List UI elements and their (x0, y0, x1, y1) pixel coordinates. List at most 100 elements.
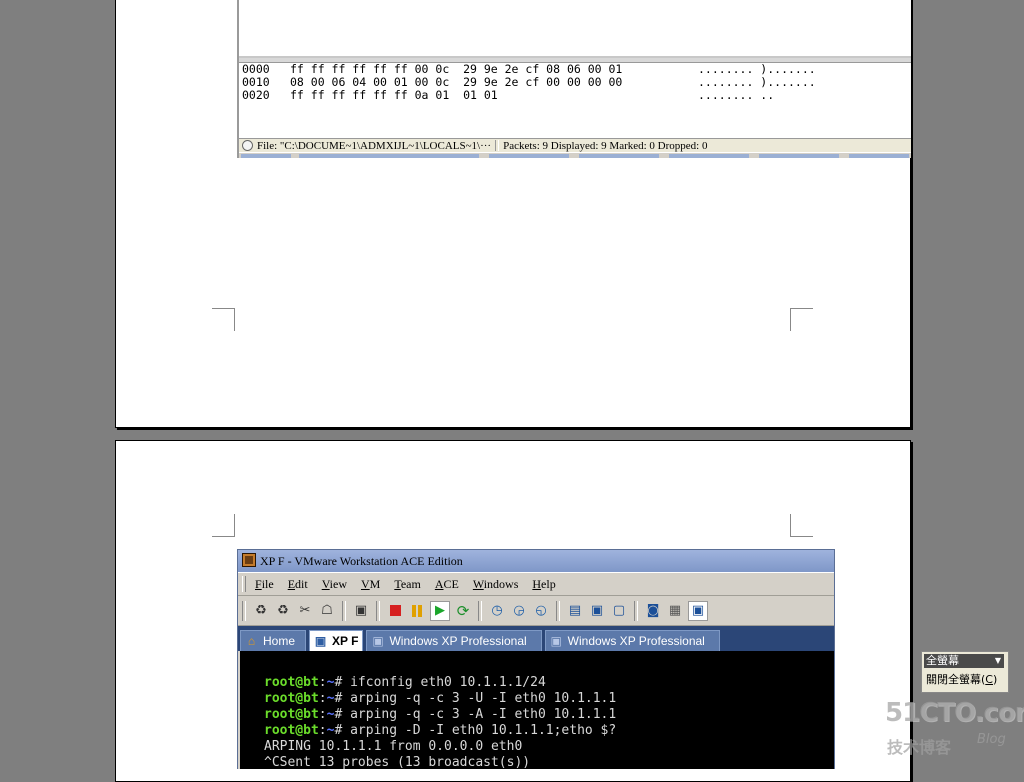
console-command: # arping -q -c 3 -A -I eth0 10.1.1.1 (334, 707, 617, 722)
reset-icon[interactable]: ⟳ (454, 602, 472, 620)
menu-item[interactable]: File (255, 573, 274, 595)
menu-item-label: iew (329, 577, 347, 591)
hex-ascii: ........ .. (698, 88, 775, 102)
hex-dump-pane: 0000 ff ff ff ff ff ff 00 0c 29 9e 2e cf … (242, 63, 816, 102)
prompt-user: root@bt (264, 691, 319, 706)
tab-windows-xp-2[interactable]: ▣ Windows XP Professional (544, 630, 720, 651)
menu-item[interactable]: VM (361, 573, 380, 595)
menu-item[interactable]: Windows (473, 573, 519, 595)
menu-item-label: indows (483, 577, 519, 591)
tab-windows-xp-1-label: Windows XP Professional (389, 634, 527, 648)
console-command: # arping -D -I eth0 10.1.1.1;etho $? (334, 723, 617, 738)
menu-item-label: CE (443, 577, 459, 591)
console-line: root@bt:~# arping -D -I eth0 10.1.1.1;et… (264, 723, 834, 739)
menu-item-label: elp (541, 577, 556, 591)
menu-item[interactable]: ACE (435, 573, 459, 595)
fullscreen-select[interactable]: 全螢幕 ▼ (924, 654, 1004, 668)
power-off-icon[interactable] (386, 602, 404, 620)
vmware-toolbar: ♻ ♻ ✂ ☖ ▣ ▶ ⟳ ◷ ◶ ◵ ▤ ▣ ▢ ◙ ▦ ▣ (238, 596, 834, 626)
cut-icon[interactable]: ✂ (296, 602, 314, 620)
menu-item-label: eam (400, 577, 421, 591)
toolbar-separator (634, 600, 638, 621)
summary-icon[interactable]: ▣ (352, 602, 370, 620)
suspend-icon[interactable] (408, 602, 426, 620)
menu-item-label: dit (295, 577, 308, 591)
vmware-title: XP F - VMware Workstation ACE Edition (260, 554, 463, 568)
toolbar-separator (342, 600, 346, 621)
disconnect-icon[interactable]: ♻ (274, 602, 292, 620)
snapshot-manager-icon[interactable]: ◵ (532, 602, 550, 620)
menu-item[interactable]: Help (532, 573, 555, 595)
toolbar-separator (376, 600, 380, 621)
revert-icon[interactable]: ◶ (510, 602, 528, 620)
prompt-user: root@bt (264, 707, 319, 722)
fullscreen-toolbar: 全螢幕 ▼ 關閉全螢幕(C) (921, 651, 1009, 693)
tab-xp-f-label: XP F (332, 634, 359, 648)
console-command: # arping -q -c 3 -U -I eth0 10.1.1.1 (334, 691, 617, 706)
menu-item-key: E (287, 577, 296, 591)
vm-icon: ▣ (314, 633, 327, 648)
menu-item[interactable]: Edit (288, 573, 308, 595)
menu-item-label: M (369, 577, 381, 591)
packet-detail-pane (239, 0, 911, 58)
watermark-tag: Blog (977, 732, 1006, 747)
console-line: root@bt:~# arping -q -c 3 -A -I eth0 10.… (264, 707, 834, 723)
tab-home-label: Home (263, 634, 296, 648)
connect-icon[interactable]: ♻ (252, 602, 270, 620)
packet-capture-image: 0000 ff ff ff ff ff ff 00 0c 29 9e 2e cf … (237, 0, 911, 158)
tab-home[interactable]: ⌂ Home (240, 630, 307, 651)
toolbar-separator (478, 600, 482, 621)
hex-bytes: ff ff ff ff ff ff 0a 01 01 01 (290, 88, 498, 102)
vm-tab-strip: ⌂ Home ▣ XP F ▣ Windows XP Professional ▣ Wi… (238, 626, 834, 651)
team-icon[interactable]: ☖ (318, 602, 336, 620)
console-view-icon[interactable]: ◙ (644, 602, 662, 620)
hex-row: 0020 ff ff ff ff ff ff 0a 01 01 01.......… (242, 89, 816, 102)
home-icon: ⌂ (247, 633, 256, 648)
menu-item-key: H (532, 577, 542, 591)
console-output: ARPING 10.1.1.1 from 0.0.0.0 eth0 (264, 739, 523, 754)
status-divider (495, 140, 500, 151)
menu-item[interactable]: View (322, 573, 347, 595)
watermark-logo: 51CTO.com 技术博客 Blog (885, 698, 1024, 758)
margin-corner-bottom-left (212, 308, 235, 331)
console-line: root@bt:~# ifconfig eth0 10.1.1.1/24 (264, 675, 834, 691)
close-fullscreen-label: 關閉全螢幕( (926, 673, 986, 686)
prompt-separator: : (318, 707, 327, 722)
console-line: root@bt:~# arping -q -c 3 -U -I eth0 10.… (264, 691, 834, 707)
menu-item-label: ile (261, 577, 274, 591)
toolbar-grip (242, 600, 246, 621)
status-packet-counts: Packets: 9 Displayed: 9 Marked: 0 Droppe… (503, 140, 708, 152)
status-led-icon (242, 140, 253, 151)
prompt-separator: : (318, 675, 327, 690)
menu-item-key: W (472, 577, 484, 591)
tab-windows-xp-2-label: Windows XP Professional (567, 634, 705, 648)
power-on-icon[interactable]: ▶ (430, 600, 450, 621)
toolbar-separator (556, 600, 560, 621)
prompt-user: root@bt (264, 723, 319, 738)
vmware-menu-bar: File Edit View VM Team ACE Windows Help (238, 572, 834, 596)
menu-grip (242, 576, 246, 592)
tab-windows-xp-1[interactable]: ▣ Windows XP Professional (366, 630, 542, 651)
menu-item[interactable]: Team (394, 573, 421, 595)
vmware-app-icon (242, 553, 256, 567)
summary-view-icon[interactable]: ▦ (666, 602, 684, 620)
prompt-user: root@bt (264, 675, 319, 690)
console-line: ARPING 10.1.1.1 from 0.0.0.0 eth0 (264, 739, 834, 755)
close-fullscreen-button[interactable]: 關閉全螢幕(C) (924, 671, 1004, 689)
watermark-sub: 技术博客 (887, 738, 952, 757)
menu-item-key: A (434, 577, 444, 591)
vm-console[interactable]: root@bt:~# ifconfig eth0 10.1.1.1/24 root… (240, 651, 834, 769)
margin-corner-bottom-right (790, 308, 813, 331)
margin-corner-top-left (212, 514, 235, 537)
prompt-separator: : (318, 691, 327, 706)
vm-icon: ▣ (372, 633, 384, 648)
watermark-main: 51CTO.com (885, 698, 1024, 728)
quick-switch-icon[interactable]: ▢ (610, 602, 628, 620)
show-sidebar-icon[interactable]: ▤ (566, 602, 584, 620)
full-screen-icon[interactable]: ▣ (588, 602, 606, 620)
snapshot-icon[interactable]: ◷ (488, 602, 506, 620)
tab-xp-f[interactable]: ▣ XP F (309, 630, 364, 651)
close-fullscreen-key: C (985, 673, 993, 686)
menu-item-key: V (360, 577, 370, 591)
tabs-view-icon[interactable]: ▣ (688, 600, 708, 621)
